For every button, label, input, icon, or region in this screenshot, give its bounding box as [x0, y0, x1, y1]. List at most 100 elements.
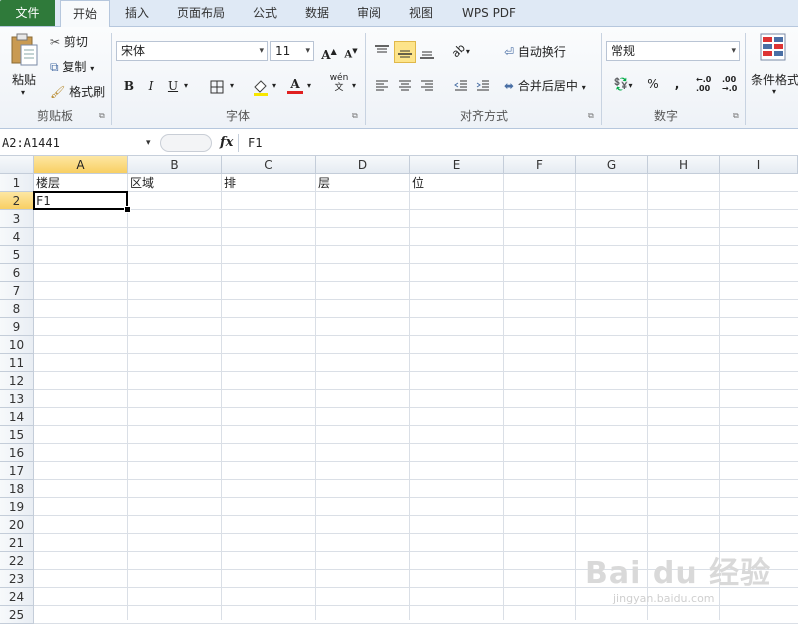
row-header[interactable]: 20 [0, 516, 34, 534]
dialog-launcher-icon[interactable]: ⧉ [99, 111, 105, 121]
dialog-launcher-icon[interactable]: ⧉ [588, 111, 594, 121]
row-header[interactable]: 21 [0, 534, 34, 552]
align-left-button[interactable] [371, 73, 393, 95]
dialog-launcher-icon[interactable]: ⧉ [733, 111, 739, 121]
align-top-button[interactable] [371, 39, 393, 61]
bold-button[interactable]: B [118, 75, 140, 97]
column-header-a[interactable]: A [34, 156, 128, 174]
accounting-format-button[interactable]: 💱▾ [608, 73, 638, 95]
underline-button[interactable]: U [162, 75, 184, 97]
cell-d1[interactable]: 层 [316, 174, 410, 192]
copy-button[interactable]: ⧉ 复制 ▾ [50, 58, 94, 75]
row-header[interactable]: 6 [0, 264, 34, 282]
wrap-text-button[interactable]: ⏎ 自动换行 [504, 43, 566, 60]
chevron-down-icon[interactable]: ▾ [272, 81, 276, 90]
align-bottom-button[interactable] [416, 41, 438, 63]
number-format-combo[interactable]: 常规 ▾ [606, 41, 740, 61]
row-header[interactable]: 18 [0, 480, 34, 498]
paste-button[interactable]: 粘贴 ▾ [6, 31, 42, 101]
row-header[interactable]: 13 [0, 390, 34, 408]
cell-e1[interactable]: 位 [410, 174, 504, 192]
decrease-indent-button[interactable] [450, 73, 472, 95]
select-all-corner[interactable] [0, 156, 34, 174]
fill-color-button[interactable] [250, 75, 272, 97]
align-right-button[interactable] [416, 73, 438, 95]
column-header-g[interactable]: G [576, 156, 648, 174]
chevron-down-icon[interactable]: ▾ [352, 81, 356, 90]
row-header[interactable]: 22 [0, 552, 34, 570]
tab-review[interactable]: 审阅 [346, 0, 392, 26]
cell-a1[interactable]: 楼层 [34, 174, 128, 192]
row-header[interactable]: 14 [0, 408, 34, 426]
font-size-combo[interactable]: 11 ▾ [270, 41, 314, 61]
row-header[interactable]: 7 [0, 282, 34, 300]
percent-button[interactable]: % [642, 73, 664, 95]
conditional-format-button[interactable]: 条件格式 ▾ [750, 31, 798, 103]
orientation-button[interactable]: ab▾ [449, 39, 472, 61]
paint-bucket-icon [254, 79, 268, 96]
tab-file[interactable]: 文件 [0, 0, 55, 26]
row-header[interactable]: 3 [0, 210, 34, 228]
row-header[interactable]: 9 [0, 318, 34, 336]
row-header[interactable]: 10 [0, 336, 34, 354]
column-header-b[interactable]: B [128, 156, 222, 174]
row-header[interactable]: 4 [0, 228, 34, 246]
row-header[interactable]: 2 [0, 192, 34, 210]
italic-button[interactable]: I [140, 75, 162, 97]
column-header-f[interactable]: F [504, 156, 576, 174]
row-header[interactable]: 24 [0, 588, 34, 606]
column-header-e[interactable]: E [410, 156, 504, 174]
borders-button[interactable] [206, 75, 228, 97]
font-name-combo[interactable]: 宋体 ▾ [116, 41, 268, 61]
chevron-down-icon[interactable]: ▾ [307, 81, 311, 90]
column-header-c[interactable]: C [222, 156, 316, 174]
tab-insert[interactable]: 插入 [114, 0, 160, 26]
row-header[interactable]: 8 [0, 300, 34, 318]
formula-input[interactable]: F1 [248, 133, 262, 153]
fill-handle[interactable] [124, 206, 131, 213]
tab-page-layout[interactable]: 页面布局 [168, 0, 234, 26]
formula-bar-splitter[interactable] [160, 134, 212, 152]
column-header-i[interactable]: I [720, 156, 798, 174]
tab-view[interactable]: 视图 [398, 0, 444, 26]
name-box[interactable]: A2:A1441 [0, 133, 158, 153]
row-header[interactable]: 15 [0, 426, 34, 444]
increase-decimal-button[interactable]: ←.0 .00 [696, 75, 711, 93]
chevron-down-icon[interactable]: ▾ [184, 81, 188, 90]
column-header-d[interactable]: D [316, 156, 410, 174]
merge-center-button[interactable]: ⬌ 合并后居中 ▾ [504, 77, 586, 94]
tab-data[interactable]: 数据 [294, 0, 340, 26]
comma-style-button[interactable]: , [666, 73, 688, 95]
row-header[interactable]: 23 [0, 570, 34, 588]
chevron-down-icon[interactable]: ▾ [146, 133, 151, 153]
grow-font-button[interactable]: A▲ [318, 40, 340, 62]
decrease-decimal-button[interactable]: .00 →.0 [722, 75, 737, 93]
cell-b1[interactable]: 区域 [128, 174, 222, 192]
insert-function-icon[interactable]: fx [220, 133, 233, 153]
row-header[interactable]: 16 [0, 444, 34, 462]
cell-c1[interactable]: 排 [222, 174, 316, 192]
align-middle-button[interactable] [394, 41, 416, 63]
chevron-down-icon[interactable]: ▾ [230, 81, 234, 90]
column-header-h[interactable]: H [648, 156, 720, 174]
tab-home[interactable]: 开始 [60, 0, 110, 27]
tab-wps-pdf[interactable]: WPS PDF [452, 0, 526, 26]
row-header[interactable]: 25 [0, 606, 34, 624]
row-header[interactable]: 19 [0, 498, 34, 516]
dialog-launcher-icon[interactable]: ⧉ [352, 111, 358, 121]
increase-indent-button[interactable] [472, 73, 494, 95]
row-header[interactable]: 11 [0, 354, 34, 372]
shrink-font-button[interactable]: A▼ [340, 40, 362, 62]
row-header[interactable]: 12 [0, 372, 34, 390]
row-header[interactable]: 1 [0, 174, 34, 192]
cut-button[interactable]: ✂ 剪切 [50, 33, 88, 50]
row-header[interactable]: 17 [0, 462, 34, 480]
row-header[interactable]: 5 [0, 246, 34, 264]
format-painter-button[interactable]: 🖌 格式刷 [50, 83, 105, 100]
tab-formulas[interactable]: 公式 [242, 0, 288, 26]
active-cell-selection[interactable] [33, 191, 128, 210]
phonetic-guide-button[interactable]: wén 文 [328, 73, 350, 93]
align-center-button[interactable] [394, 73, 416, 95]
font-color-button[interactable]: A [284, 73, 306, 95]
gridline-horizontal [34, 209, 798, 210]
